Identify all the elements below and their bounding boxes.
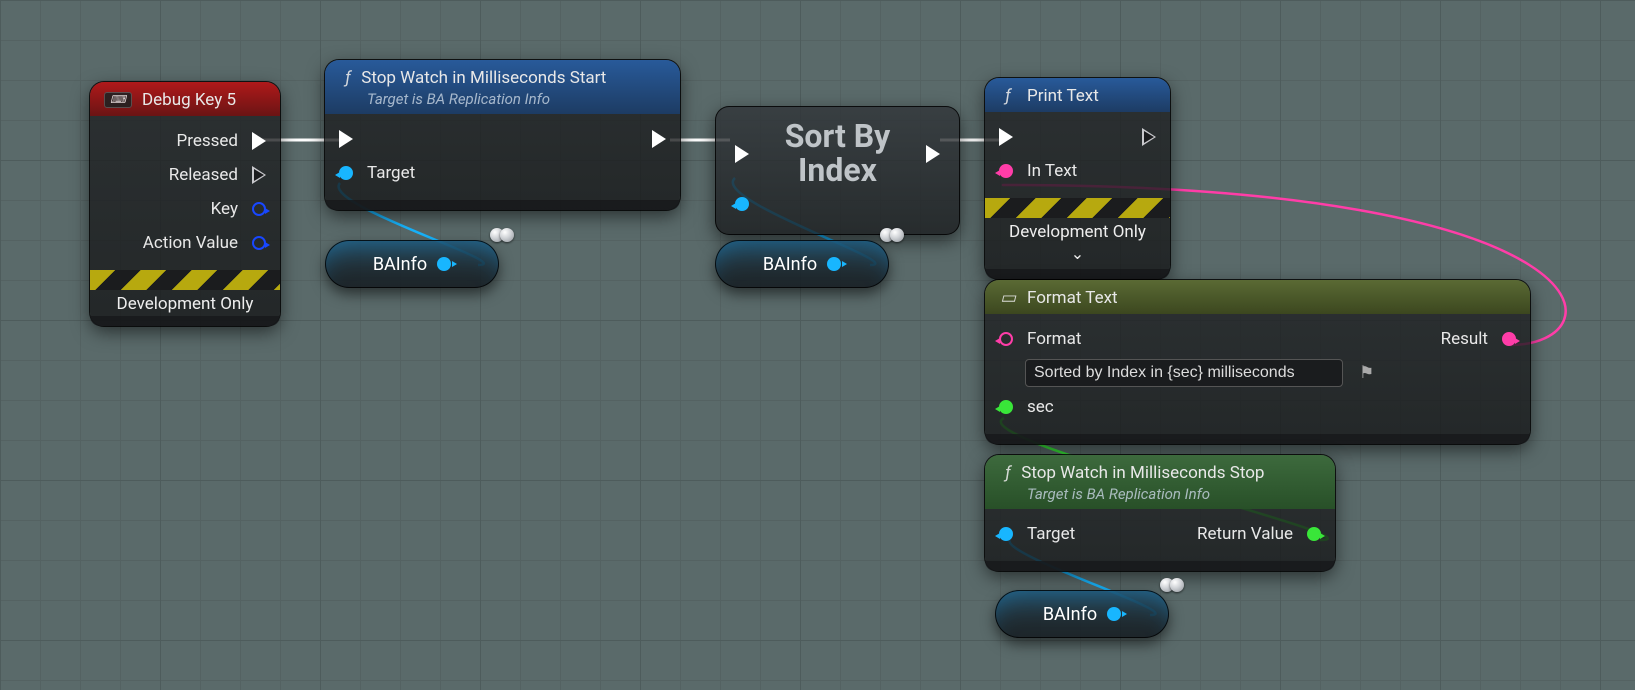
pin-target[interactable]: Target (339, 163, 415, 183)
data-pin-icon (999, 332, 1013, 346)
dev-stripe (985, 198, 1170, 218)
macro-title-line2: Index (785, 154, 891, 188)
data-pin-icon (1307, 527, 1321, 541)
variable-bainfo[interactable]: BAInfo (995, 590, 1169, 638)
pin-pressed[interactable]: Pressed (177, 131, 267, 151)
exec-in-icon (999, 128, 1013, 146)
node-stopwatch-start[interactable]: ƒ Stop Watch in Milliseconds Start Targe… (325, 60, 680, 210)
variable-label: BAInfo (763, 254, 817, 275)
data-pin-icon (999, 400, 1013, 414)
exec-out-hollow-icon (252, 166, 266, 184)
pin-action-value[interactable]: Action Value (143, 233, 266, 253)
pin-exec-in[interactable] (339, 130, 353, 148)
data-pin-icon (1107, 607, 1121, 621)
keyboard-icon (104, 92, 132, 108)
pin-exec-out[interactable] (1142, 128, 1156, 146)
node-stopwatch-stop[interactable]: ƒ Stop Watch in Milliseconds Stop Target… (985, 455, 1335, 571)
pin-self[interactable] (735, 197, 749, 211)
node-header: ƒ Print Text (985, 78, 1170, 112)
exec-out-icon (252, 132, 266, 150)
node-title: Stop Watch in Milliseconds Start (361, 68, 606, 88)
node-title: Print Text (1027, 86, 1099, 106)
node-title: Format Text (1027, 288, 1118, 308)
node-title: Debug Key 5 (142, 90, 236, 110)
dev-stripe (90, 270, 280, 290)
format-input[interactable] (1025, 359, 1343, 387)
node-title: Stop Watch in Milliseconds Stop (1021, 463, 1264, 483)
data-pin-icon (1502, 332, 1516, 346)
node-header: ▭ Format Text (985, 280, 1530, 314)
node-subtitle: Target is BA Replication Info (1027, 485, 1321, 503)
pin-exec-out[interactable] (926, 145, 940, 163)
pin-exec-out[interactable] (652, 130, 666, 148)
pin-exec-in[interactable] (735, 145, 749, 163)
exec-out-hollow-icon (1142, 128, 1156, 146)
pin-sec[interactable]: sec (999, 397, 1054, 417)
node-header: ƒ Stop Watch in Milliseconds Start Targe… (325, 60, 680, 114)
dev-only-label: Development Only (90, 290, 280, 316)
exec-out-icon (652, 130, 666, 148)
data-pin-icon (252, 236, 266, 250)
pin-return-value[interactable]: Return Value (1197, 524, 1321, 544)
data-pin-icon (252, 202, 266, 216)
pin-exec-in[interactable] (999, 128, 1013, 146)
exec-in-icon (735, 145, 749, 163)
node-subtitle: Target is BA Replication Info (367, 90, 666, 108)
data-pin-icon (437, 257, 451, 271)
node-header: Debug Key 5 (90, 82, 280, 116)
flag-icon[interactable]: ⚑ (1359, 363, 1374, 383)
variable-bainfo[interactable]: BAInfo (715, 240, 889, 288)
data-pin-icon (339, 166, 353, 180)
pin-format[interactable]: Format (999, 329, 1081, 349)
data-pin-icon (735, 197, 749, 211)
data-pin-icon (999, 527, 1013, 541)
pin-key[interactable]: Key (211, 199, 266, 219)
dev-only-label: Development Only (985, 218, 1170, 244)
function-icon: ƒ (999, 86, 1017, 106)
exec-in-icon (339, 130, 353, 148)
pin-result[interactable]: Result (1441, 329, 1516, 349)
variable-bainfo[interactable]: BAInfo (325, 240, 499, 288)
pin-released[interactable]: Released (169, 165, 266, 185)
node-format-text[interactable]: ▭ Format Text Format Result ⚑ sec (985, 280, 1530, 444)
expand-chevron-icon[interactable]: ⌄ (985, 244, 1170, 269)
macro-title-line1: Sort By (785, 120, 891, 154)
function-icon: ƒ (339, 68, 357, 88)
exec-out-icon (926, 145, 940, 163)
node-header: ƒ Stop Watch in Milliseconds Stop Target… (985, 455, 1335, 509)
node-debug-key[interactable]: Debug Key 5 Pressed Released Key Action … (90, 82, 280, 326)
macro-icon: ▭ (999, 288, 1017, 308)
data-pin-icon (827, 257, 841, 271)
variable-label: BAInfo (1043, 604, 1097, 625)
data-pin-icon (999, 164, 1013, 178)
node-sort-by-index[interactable]: Sort By Index (715, 106, 960, 235)
node-print-text[interactable]: ƒ Print Text In Text Development Only ⌄ (985, 78, 1170, 279)
function-icon: ƒ (999, 463, 1017, 483)
pin-in-text[interactable]: In Text (999, 161, 1077, 181)
pin-target[interactable]: Target (999, 524, 1075, 544)
variable-label: BAInfo (373, 254, 427, 275)
